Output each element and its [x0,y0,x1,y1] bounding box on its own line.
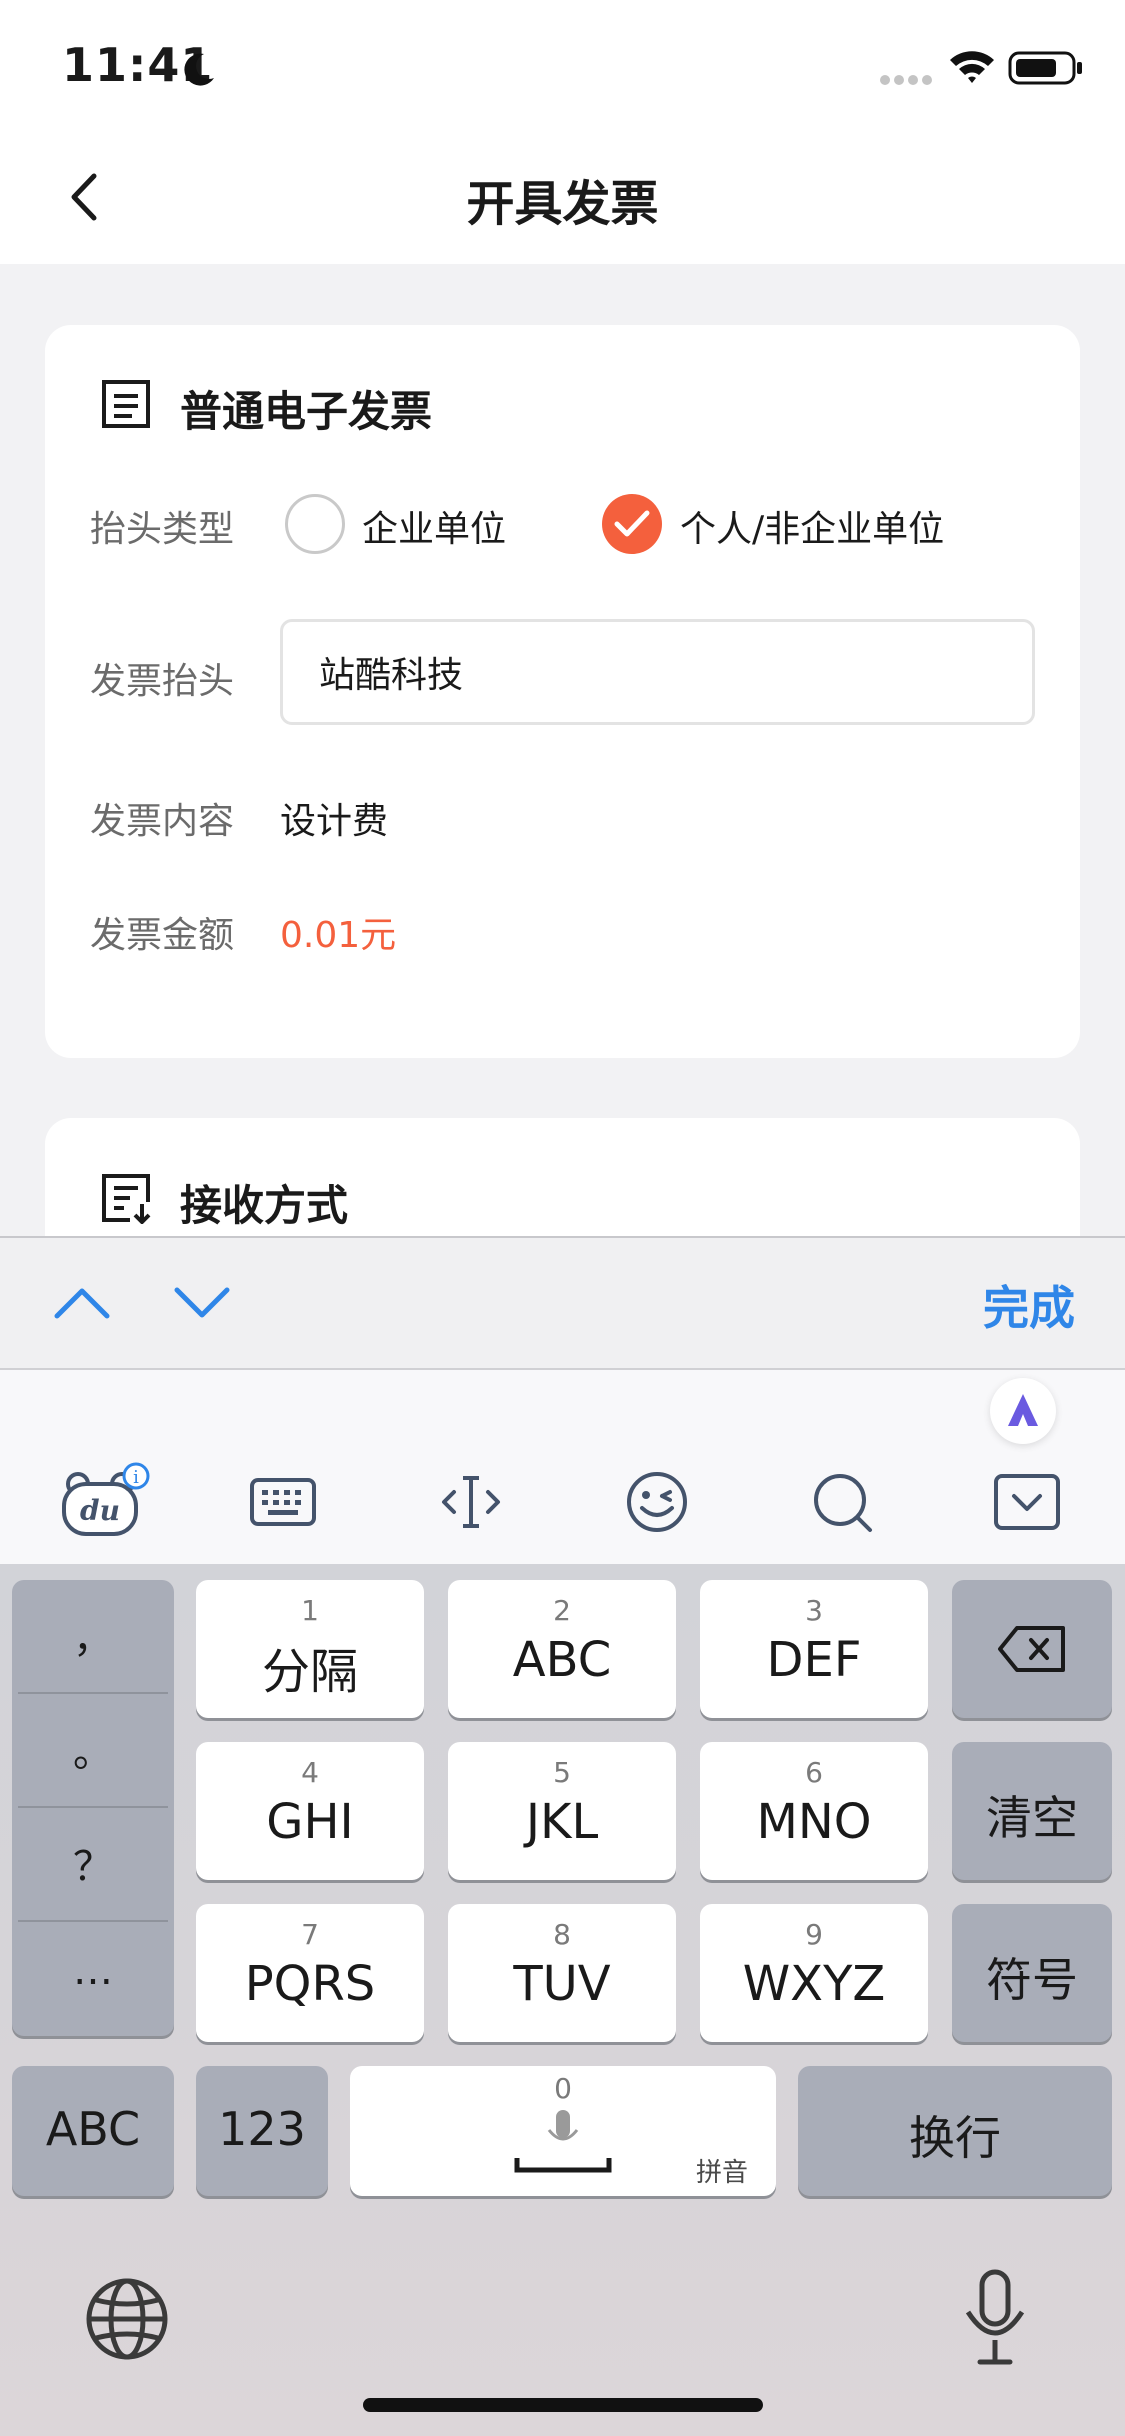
wifi-icon [948,48,996,86]
punct-comma-key[interactable]: ， [12,1606,174,1720]
pinyin-label: 拼音 [695,2158,748,2188]
key-7[interactable]: 7 PQRS [196,1904,424,2042]
chevron-up-icon[interactable] [52,1282,112,1322]
key-8[interactable]: 8 TUV [448,1904,676,2042]
punct-period-key[interactable]: 。 [12,1720,174,1834]
chevron-down-icon[interactable] [172,1284,232,1324]
key-3[interactable]: 3 DEF [700,1580,928,1718]
type-label: 抬头类型 [90,509,235,550]
amount-value: 0.01元 [280,915,397,956]
key-1[interactable]: 1 分隔 [196,1580,424,1718]
hide-keyboard-icon[interactable] [992,1472,1062,1532]
invoice-section-title: 普通电子发票 [180,387,433,436]
punct-divider [18,1692,168,1694]
keyboard-icon[interactable] [248,1472,318,1532]
keyboard-toolbar [0,1370,1125,1564]
search-icon[interactable] [808,1470,878,1534]
punct-divider [18,1920,168,1922]
receive-section-title: 接收方式 [180,1181,349,1230]
invoice-title-input[interactable] [280,619,1035,725]
du-logo-icon[interactable]: du i [58,1462,158,1542]
svg-text:du: du [80,1494,120,1527]
page-title: 开具发票 [466,176,659,232]
punct-ellipsis-key[interactable]: … [12,1948,174,2062]
punct-question-key[interactable]: ？ [12,1834,174,1948]
backspace-icon [998,1626,1065,1672]
punct-divider [18,1806,168,1808]
option-personal-label[interactable]: 个人/非企业单位 [680,500,944,552]
amount-label: 发票金额 [90,915,235,956]
key-5[interactable]: 5 JKL [448,1742,676,1880]
cursor-move-icon[interactable] [436,1472,506,1532]
space-mic-icon [514,2110,612,2173]
radio-company[interactable] [285,494,345,554]
key-2[interactable]: 2 ABC [448,1580,676,1718]
punctuation-column[interactable]: ， 。 ？ … [12,1580,174,2036]
check-icon [614,510,650,537]
svg-text:i: i [133,1467,139,1488]
key-9[interactable]: 9 WXYZ [700,1904,928,2042]
number-key[interactable]: 123 [196,2066,328,2196]
emoji-icon[interactable] [622,1470,692,1534]
clear-key[interactable]: 清空 [952,1742,1112,1880]
keyboard-accessory-bar [0,1236,1125,1370]
key-4[interactable]: 4 GHI [196,1742,424,1880]
receive-doc-icon [100,1172,152,1225]
invoice-title-label: 发票抬头 [90,661,235,702]
symbol-key[interactable]: 符号 [952,1904,1112,2042]
done-button[interactable]: 完成 [983,1272,1075,1338]
signal-icon [880,72,934,86]
key-6[interactable]: 6 MNO [700,1742,928,1880]
microphone-icon[interactable] [960,2268,1030,2368]
invoice-doc-icon [100,378,152,430]
backspace-key[interactable] [952,1580,1112,1718]
space-key[interactable]: 0 拼音 [350,2066,776,2196]
globe-icon[interactable] [82,2274,172,2364]
home-indicator [363,2398,763,2412]
content-label: 发票内容 [90,801,235,842]
return-key[interactable]: 换行 [798,2066,1112,2196]
abc-key[interactable]: ABC [12,2066,174,2196]
battery-icon [1008,50,1084,86]
radio-personal-checked[interactable] [602,494,662,554]
ai-assistant-button[interactable] [990,1378,1056,1444]
option-company-label[interactable]: 企业单位 [362,500,506,552]
moon-icon [178,50,218,90]
ai-assistant-icon [1008,1394,1038,1426]
content-value: 设计费 [280,801,389,842]
